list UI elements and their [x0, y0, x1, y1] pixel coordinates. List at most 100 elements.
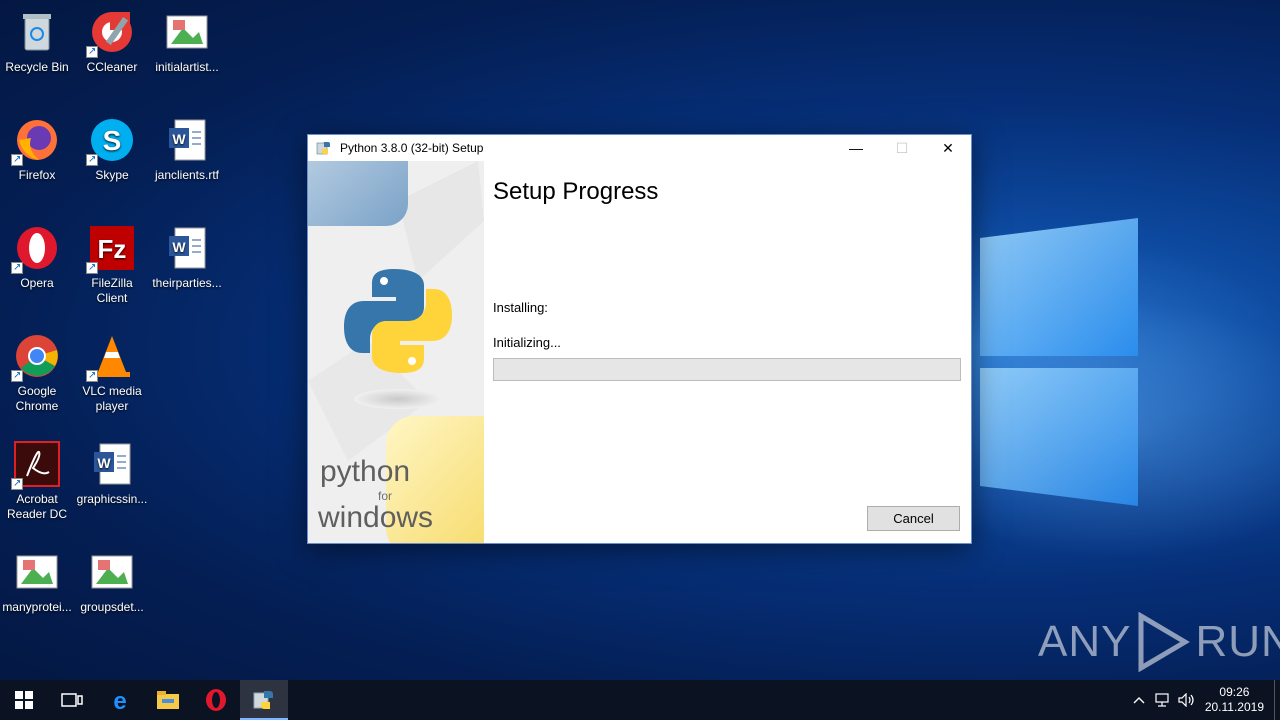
desktop-icon-recycle-bin[interactable]: Recycle Bin: [0, 8, 74, 75]
dialog-titlebar[interactable]: Python 3.8.0 (32-bit) Setup — ☐ ✕: [308, 135, 971, 161]
desktop-icon-label: Acrobat Reader DC: [6, 492, 68, 521]
svg-text:W: W: [97, 455, 111, 471]
desktop-icon-filezilla[interactable]: Fz FileZilla Client: [75, 224, 149, 306]
vlc-icon: [86, 332, 136, 383]
desktop-icon-label: Firefox: [18, 168, 56, 182]
desktop-icon-label: CCleaner: [86, 60, 138, 74]
shortcut-arrow-icon: [11, 260, 23, 275]
shortcut-arrow-icon: [86, 152, 98, 167]
task-view-button[interactable]: [48, 680, 96, 720]
shortcut-arrow-icon: [11, 368, 23, 383]
start-icon: [15, 691, 33, 709]
progress-bar: [493, 358, 961, 381]
system-tray: 09:26 20.11.2019: [1127, 680, 1280, 720]
file-explorer-taskbar-button[interactable]: [144, 680, 192, 720]
desktop-icon-label: Skype: [95, 168, 129, 182]
desktop-icon-chrome[interactable]: Google Chrome: [0, 332, 74, 414]
desktop-icon-opera[interactable]: Opera: [0, 224, 74, 291]
dialog-content: Setup Progress Installing: Initializing.…: [493, 161, 961, 543]
svg-text:e: e: [113, 688, 126, 712]
desktop-icon-label: FileZilla Client: [91, 276, 133, 305]
python-setup-icon: [253, 691, 273, 709]
desktop-icon-label: theirparties...: [152, 276, 222, 290]
desktop-icon-label: initialartist...: [155, 60, 219, 74]
opera-taskbar-button[interactable]: [192, 680, 240, 720]
image-file-icon: [163, 8, 211, 56]
desktop-icon-theirparties[interactable]: W theirparties...: [150, 224, 224, 291]
desktop-icon-label: graphicssin...: [76, 492, 148, 506]
anyrun-watermark: ANY RUN: [1038, 612, 1280, 672]
status-text: Initializing...: [493, 335, 561, 350]
desktop-icon-graphicssin[interactable]: W graphicssin...: [75, 440, 149, 507]
shortcut-arrow-icon: [86, 368, 98, 383]
taskbar-clock[interactable]: 09:26 20.11.2019: [1205, 685, 1264, 715]
desktop-icon-label: Recycle Bin: [5, 60, 69, 74]
chrome-icon: [11, 332, 61, 383]
shortcut-arrow-icon: [11, 476, 23, 491]
brand-text-windows: windows: [318, 501, 434, 534]
desktop-icon-ccleaner[interactable]: CCleaner: [75, 8, 149, 75]
network-icon[interactable]: [1151, 693, 1175, 707]
brand-text-python: python: [320, 455, 411, 488]
desktop-icon-groupsdet[interactable]: groupsdet...: [75, 548, 149, 615]
desktop-icon-acrobat[interactable]: Acrobat Reader DC: [0, 440, 74, 522]
svg-text:W: W: [172, 239, 186, 255]
python-side-banner: python for windows: [308, 161, 484, 543]
installing-label: Installing:: [493, 300, 548, 315]
desktop-icon-label: manyprotei...: [2, 600, 72, 614]
desktop-icon-initialartist[interactable]: initialartist...: [150, 8, 224, 75]
opera-icon: [206, 689, 226, 711]
start-button[interactable]: [0, 680, 48, 720]
file-explorer-icon: [157, 691, 179, 709]
desktop-icon-firefox[interactable]: Firefox: [0, 116, 74, 183]
shortcut-arrow-icon: [86, 44, 98, 59]
desktop-icon-label: VLC media player: [82, 384, 142, 413]
volume-icon[interactable]: [1175, 693, 1199, 707]
play-icon: [1138, 612, 1191, 672]
desktop-icon-vlc[interactable]: VLC media player: [75, 332, 149, 414]
desktop-icon-manyprotei[interactable]: manyprotei...: [0, 548, 74, 615]
task-view-icon: [61, 693, 83, 707]
recycle-bin-icon: [13, 8, 61, 56]
python-setup-dialog: Python 3.8.0 (32-bit) Setup — ☐ ✕ python…: [307, 134, 972, 544]
desktop-icon-skype[interactable]: S Skype: [75, 116, 149, 183]
watermark-text-right: RUN: [1195, 617, 1280, 666]
skype-icon: S: [86, 116, 136, 167]
chevron-up-icon[interactable]: [1127, 696, 1151, 704]
image-file-icon: [88, 548, 136, 596]
python-setup-app-icon: [316, 142, 330, 155]
cancel-button[interactable]: Cancel: [867, 506, 960, 531]
edge-taskbar-button[interactable]: e: [96, 680, 144, 720]
close-button[interactable]: ✕: [925, 135, 971, 161]
opera-icon: [11, 224, 61, 275]
clock-date: 20.11.2019: [1204, 700, 1264, 714]
image-file-icon: [13, 548, 61, 596]
word-document-icon: W: [163, 224, 211, 272]
shortcut-arrow-icon: [11, 152, 23, 167]
acrobat-icon: [11, 440, 61, 491]
ccleaner-icon: [86, 8, 136, 59]
clock-time: 09:26: [1219, 685, 1250, 699]
desktop-icon-label: groupsdet...: [80, 600, 144, 614]
svg-text:S: S: [103, 125, 122, 156]
page-title: Setup Progress: [493, 178, 659, 205]
desktop-icon-label: Opera: [20, 276, 54, 290]
svg-text:Fz: Fz: [98, 234, 127, 264]
taskbar: e 09:26 20.11.2019: [0, 680, 1280, 720]
desktop-icon-label: Google Chrome: [15, 384, 59, 413]
word-document-icon: W: [88, 440, 136, 488]
filezilla-icon: Fz: [86, 224, 136, 275]
python-setup-taskbar-button[interactable]: [240, 680, 288, 720]
shortcut-arrow-icon: [86, 260, 98, 275]
edge-icon: e: [113, 688, 126, 712]
desktop-icon-janclients[interactable]: W janclients.rtf: [150, 116, 224, 183]
dialog-title: Python 3.8.0 (32-bit) Setup: [340, 141, 484, 155]
desktop-icon-label: janclients.rtf: [154, 168, 220, 182]
windows-logo-wallpaper: [980, 218, 1138, 506]
word-document-icon: W: [163, 116, 211, 164]
firefox-icon: [11, 116, 61, 167]
show-desktop-button[interactable]: [1274, 680, 1280, 720]
maximize-button[interactable]: ☐: [879, 135, 925, 161]
minimize-button[interactable]: —: [833, 135, 879, 161]
svg-text:W: W: [172, 131, 186, 147]
